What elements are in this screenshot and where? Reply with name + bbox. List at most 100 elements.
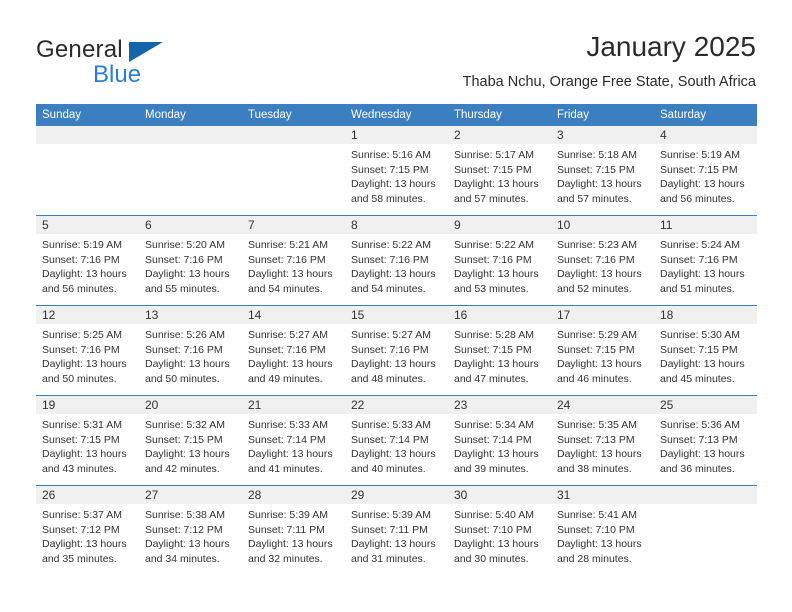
- calendar-day-cell[interactable]: 7 Sunrise: 5:21 AM Sunset: 7:16 PM Daylight…: [242, 215, 345, 306]
- day-number: 3: [551, 126, 654, 144]
- calendar-day-cell[interactable]: 29 Sunrise: 5:39 AM Sunset: 7:11 PM Dayligh…: [345, 485, 448, 575]
- calendar-day-cell[interactable]: 5 Sunrise: 5:19 AM Sunset: 7:16 PM Daylight…: [36, 215, 139, 306]
- daylight-duration-line1: Daylight: 13 hours: [42, 268, 127, 281]
- daylight-duration-line2: and 56 minutes.: [660, 192, 735, 205]
- calendar-day-cell[interactable]: 13 Sunrise: 5:26 AM Sunset: 7:16 PM Dayligh…: [139, 305, 242, 396]
- calendar-day-cell[interactable]: 14 Sunrise: 5:27 AM Sunset: 7:16 PM Dayligh…: [242, 305, 345, 396]
- daylight-duration-line2: and 35 minutes.: [42, 552, 117, 565]
- calendar-weekday-header: Sunday Monday Tuesday Wednesday Thursday Frid…: [36, 104, 757, 126]
- day-details: Sunrise: 5:35 AM Sunset: 7:13 PM Daylight:…: [551, 414, 654, 476]
- daylight-duration-line1: Daylight: 13 hours: [660, 178, 745, 191]
- day-details: Sunrise: 5:25 AM Sunset: 7:16 PM Daylight:…: [36, 324, 139, 386]
- daylight-duration-line1: Daylight: 13 hours: [42, 358, 127, 371]
- daylight-duration-line1: Daylight: 13 hours: [351, 178, 436, 191]
- calendar-day-cell[interactable]: 28 Sunrise: 5:39 AM Sunset: 7:11 PM Dayligh…: [242, 485, 345, 575]
- sunset-time: Sunset: 7:16 PM: [351, 343, 429, 356]
- calendar-day-cell[interactable]: 3 Sunrise: 5:18 AM Sunset: 7:15 PM Daylight…: [551, 126, 654, 216]
- sunset-time: Sunset: 7:16 PM: [454, 253, 532, 266]
- calendar-day-cell[interactable]: 17 Sunrise: 5:29 AM Sunset: 7:15 PM Dayligh…: [551, 305, 654, 396]
- calendar-day-cell[interactable]: 6 Sunrise: 5:20 AM Sunset: 7:16 PM Daylight…: [139, 215, 242, 306]
- sunset-time: Sunset: 7:13 PM: [660, 433, 738, 446]
- day-details: Sunrise: 5:18 AM Sunset: 7:15 PM Daylight:…: [551, 144, 654, 206]
- daylight-duration-line2: and 36 minutes.: [660, 462, 735, 475]
- daylight-duration-line2: and 57 minutes.: [557, 192, 632, 205]
- sunset-time: Sunset: 7:16 PM: [351, 253, 429, 266]
- calendar-body: 1 Sunrise: 5:16 AM Sunset: 7:15 PM Daylight…: [36, 126, 757, 575]
- day-number: 23: [448, 396, 551, 414]
- sunrise-time: Sunrise: 5:41 AM: [557, 509, 637, 521]
- day-number: 24: [551, 396, 654, 414]
- title-block: January 2025 Thaba Nchu, Orange Free Sta…: [463, 30, 756, 91]
- daylight-duration-line1: Daylight: 13 hours: [557, 538, 642, 551]
- daylight-duration-line2: and 57 minutes.: [454, 192, 529, 205]
- daylight-duration-line1: Daylight: 13 hours: [454, 448, 539, 461]
- day-number: 17: [551, 306, 654, 324]
- calendar-day-cell-empty: [36, 126, 139, 216]
- sunrise-time: Sunrise: 5:32 AM: [145, 419, 225, 431]
- calendar-day-cell[interactable]: 27 Sunrise: 5:38 AM Sunset: 7:12 PM Dayligh…: [139, 485, 242, 575]
- calendar-week-row: 19 Sunrise: 5:31 AM Sunset: 7:15 PM Dayligh…: [36, 395, 757, 486]
- sunset-time: Sunset: 7:14 PM: [454, 433, 532, 446]
- day-details: Sunrise: 5:33 AM Sunset: 7:14 PM Daylight:…: [242, 414, 345, 476]
- weekday-header-sunday: Sunday: [36, 104, 139, 126]
- sunrise-time: Sunrise: 5:28 AM: [454, 329, 534, 341]
- daylight-duration-line1: Daylight: 13 hours: [351, 268, 436, 281]
- calendar-day-cell[interactable]: 1 Sunrise: 5:16 AM Sunset: 7:15 PM Daylight…: [345, 126, 448, 216]
- calendar-day-cell[interactable]: 20 Sunrise: 5:32 AM Sunset: 7:15 PM Dayligh…: [139, 395, 242, 486]
- calendar-day-cell[interactable]: 19 Sunrise: 5:31 AM Sunset: 7:15 PM Dayligh…: [36, 395, 139, 486]
- general-blue-logo[interactable]: General Blue: [36, 36, 266, 92]
- sunset-time: Sunset: 7:16 PM: [248, 253, 326, 266]
- calendar-day-cell[interactable]: 15 Sunrise: 5:27 AM Sunset: 7:16 PM Dayligh…: [345, 305, 448, 396]
- calendar-day-cell[interactable]: 12 Sunrise: 5:25 AM Sunset: 7:16 PM Dayligh…: [36, 305, 139, 396]
- day-number: 8: [345, 216, 448, 234]
- calendar-day-cell[interactable]: 26 Sunrise: 5:37 AM Sunset: 7:12 PM Dayligh…: [36, 485, 139, 575]
- day-number: 7: [242, 216, 345, 234]
- day-number: 26: [36, 486, 139, 504]
- sunset-time: Sunset: 7:15 PM: [454, 163, 532, 176]
- daylight-duration-line1: Daylight: 13 hours: [660, 358, 745, 371]
- calendar-day-cell[interactable]: 21 Sunrise: 5:33 AM Sunset: 7:14 PM Dayligh…: [242, 395, 345, 486]
- sunset-time: Sunset: 7:16 PM: [42, 343, 120, 356]
- sunrise-time: Sunrise: 5:35 AM: [557, 419, 637, 431]
- calendar-day-cell[interactable]: 24 Sunrise: 5:35 AM Sunset: 7:13 PM Dayligh…: [551, 395, 654, 486]
- calendar-day-cell[interactable]: 4 Sunrise: 5:19 AM Sunset: 7:15 PM Daylight…: [654, 126, 757, 216]
- day-number: 21: [242, 396, 345, 414]
- calendar-day-cell[interactable]: 11 Sunrise: 5:24 AM Sunset: 7:16 PM Dayligh…: [654, 215, 757, 306]
- sunset-time: Sunset: 7:15 PM: [557, 343, 635, 356]
- calendar-day-cell-empty: [654, 485, 757, 575]
- daylight-duration-line2: and 50 minutes.: [145, 372, 220, 385]
- sunset-time: Sunset: 7:15 PM: [660, 163, 738, 176]
- calendar-day-cell[interactable]: 10 Sunrise: 5:23 AM Sunset: 7:16 PM Dayligh…: [551, 215, 654, 306]
- sunset-time: Sunset: 7:11 PM: [351, 523, 428, 536]
- sunrise-time: Sunrise: 5:29 AM: [557, 329, 637, 341]
- page-header: General Blue January 2025 Thaba Nchu, Or…: [0, 0, 792, 100]
- daylight-duration-line2: and 52 minutes.: [557, 282, 632, 295]
- daylight-duration-line2: and 42 minutes.: [145, 462, 220, 475]
- day-number: 30: [448, 486, 551, 504]
- day-number: 18: [654, 306, 757, 324]
- sunrise-time: Sunrise: 5:39 AM: [351, 509, 431, 521]
- calendar-day-cell[interactable]: 16 Sunrise: 5:28 AM Sunset: 7:15 PM Dayligh…: [448, 305, 551, 396]
- calendar-day-cell[interactable]: 9 Sunrise: 5:22 AM Sunset: 7:16 PM Daylight…: [448, 215, 551, 306]
- sunrise-time: Sunrise: 5:40 AM: [454, 509, 534, 521]
- calendar-day-cell[interactable]: 8 Sunrise: 5:22 AM Sunset: 7:16 PM Daylight…: [345, 215, 448, 306]
- calendar-day-cell[interactable]: 30 Sunrise: 5:40 AM Sunset: 7:10 PM Dayligh…: [448, 485, 551, 575]
- calendar-week-row: 5 Sunrise: 5:19 AM Sunset: 7:16 PM Daylight…: [36, 215, 757, 306]
- calendar-day-cell[interactable]: 22 Sunrise: 5:33 AM Sunset: 7:14 PM Dayligh…: [345, 395, 448, 486]
- sunrise-time: Sunrise: 5:38 AM: [145, 509, 225, 521]
- day-number: 12: [36, 306, 139, 324]
- calendar-day-cell[interactable]: 18 Sunrise: 5:30 AM Sunset: 7:15 PM Dayligh…: [654, 305, 757, 396]
- day-details: Sunrise: 5:19 AM Sunset: 7:16 PM Daylight:…: [36, 234, 139, 296]
- calendar-day-cell[interactable]: 23 Sunrise: 5:34 AM Sunset: 7:14 PM Dayligh…: [448, 395, 551, 486]
- calendar-day-cell[interactable]: 2 Sunrise: 5:17 AM Sunset: 7:15 PM Daylight…: [448, 126, 551, 216]
- calendar-day-cell[interactable]: 31 Sunrise: 5:41 AM Sunset: 7:10 PM Dayligh…: [551, 485, 654, 575]
- calendar-day-cell[interactable]: 25 Sunrise: 5:36 AM Sunset: 7:13 PM Dayligh…: [654, 395, 757, 486]
- day-number: 6: [139, 216, 242, 234]
- sunset-time: Sunset: 7:10 PM: [454, 523, 532, 536]
- day-number: 1: [345, 126, 448, 144]
- sunset-time: Sunset: 7:15 PM: [351, 163, 429, 176]
- sunset-time: Sunset: 7:11 PM: [248, 523, 325, 536]
- daylight-duration-line1: Daylight: 13 hours: [351, 358, 436, 371]
- sunrise-time: Sunrise: 5:33 AM: [351, 419, 431, 431]
- day-details: Sunrise: 5:24 AM Sunset: 7:16 PM Daylight:…: [654, 234, 757, 296]
